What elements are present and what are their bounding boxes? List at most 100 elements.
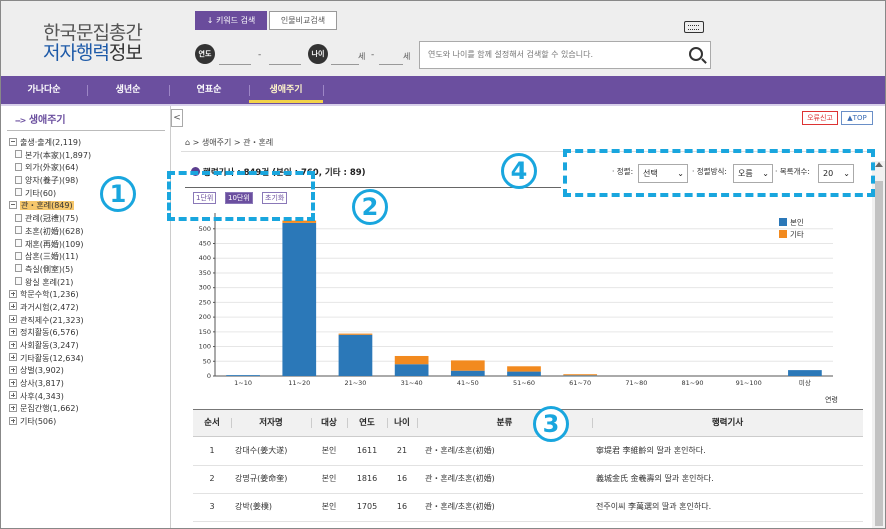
tree-leaf-item[interactable]: 재혼(再婚)(109) [9, 239, 91, 252]
tree-category-item[interactable]: 관・혼례(849) [9, 200, 91, 213]
logo-line2[interactable]: 저자행력정보 [43, 38, 143, 65]
expand-icon[interactable] [9, 315, 17, 324]
cell-author[interactable]: 강대수(姜大遂) [235, 437, 311, 465]
tree-leaf-item[interactable]: 외가(外家)(64) [9, 162, 91, 175]
tree-item-label: 측실(側室)(5) [25, 264, 74, 274]
x-tick-label: 미상 [799, 378, 811, 387]
age-from-field[interactable] [331, 64, 359, 65]
document-icon [15, 264, 22, 273]
nav-active-indicator [249, 100, 323, 103]
annotation-number-2: 2 [352, 189, 388, 225]
tab-keyword-search[interactable]: ↓ 키워드 검색 [195, 11, 267, 30]
x-tick-label: 21~30 [344, 379, 366, 387]
report-error-button[interactable]: 오류신고 [802, 111, 838, 125]
back-to-top-button[interactable]: ▲TOP [841, 111, 873, 125]
sidebar-title-text: 생애주기 [28, 115, 66, 126]
expand-icon[interactable] [9, 302, 17, 311]
y-tick-label: 350 [199, 269, 211, 277]
tree-category-item[interactable]: 정치활동(6,576) [9, 327, 91, 340]
tree-item-label: 학문수학(1,236) [20, 290, 79, 300]
legend-label: 본인 [790, 217, 804, 227]
document-icon [15, 251, 22, 260]
expand-icon[interactable] [9, 340, 17, 349]
nav-divider [323, 85, 324, 96]
cell-no: 3 [209, 502, 215, 511]
expand-icon[interactable] [9, 289, 17, 298]
tree-category-item[interactable]: 출생·출계(2,119) [9, 137, 91, 150]
cell-year: 1816 [356, 474, 378, 483]
keyboard-icon[interactable] [684, 21, 704, 33]
tree-category-item[interactable]: 문집간행(1,662) [9, 403, 91, 416]
sidebar: --> 생애주기 출생·출계(2,119) 본가(本家)(1,897) 외가(外家)… [1, 106, 171, 528]
tree-category-item[interactable]: 과거시험(2,472) [9, 302, 91, 315]
tree-category-item[interactable]: 사후(4,343) [9, 391, 91, 404]
expand-icon[interactable] [9, 391, 17, 400]
sidebar-collapse-button[interactable]: < [171, 109, 183, 127]
tree-leaf-item[interactable]: 삼혼(三婚)(11) [9, 251, 91, 264]
tree-leaf-item[interactable]: 왕실 혼례(21) [9, 277, 91, 290]
col-header-target: 대상 [321, 418, 337, 428]
expand-icon[interactable] [9, 403, 17, 412]
expand-icon[interactable] [9, 365, 17, 374]
scroll-up-icon[interactable] [875, 162, 883, 167]
chart-x-axis-label: 연령 [825, 396, 838, 404]
header: 한국문집총간 저자행력정보 ↓ 키워드 검색 인물비교검색 연도 - 나이 세 … [1, 1, 885, 76]
tree-category-item[interactable]: 관직제수(21,323) [9, 315, 91, 328]
search-icon[interactable] [689, 47, 703, 61]
tab-person-compare[interactable]: 인물비교검색 [269, 11, 337, 30]
tree-leaf-item[interactable]: 관례(冠禮)(75) [9, 213, 91, 226]
nav-item-alphabetical[interactable]: 가나다순 [1, 76, 87, 104]
tree-leaf-item[interactable]: 양자(養子)(98) [9, 175, 91, 188]
tree-item-label: 정치활동(6,576) [20, 328, 79, 338]
bar-self [282, 222, 317, 376]
collapse-icon[interactable] [9, 200, 17, 209]
expand-icon[interactable] [9, 416, 17, 425]
search-input[interactable] [428, 50, 678, 59]
bar-self [788, 370, 822, 376]
tree-item-label: 관례(冠禮)(75) [25, 214, 79, 224]
cell-author[interactable]: 강명규(姜命奎) [235, 465, 311, 493]
tree-category-item[interactable]: 기타(506) [9, 416, 91, 429]
tree-leaf-item[interactable]: 측실(側室)(5) [9, 264, 91, 277]
collapse-icon[interactable] [9, 137, 17, 146]
x-tick-label: 11~20 [288, 379, 310, 387]
age-to-field[interactable] [379, 64, 403, 65]
tree-category-item[interactable]: 학문수학(1,236) [9, 289, 91, 302]
tree-category-item[interactable]: 기타활동(12,634) [9, 353, 91, 366]
document-icon [15, 239, 22, 247]
cell-no: 1 [209, 446, 215, 455]
tree-category-item[interactable]: 사회활동(3,247) [9, 340, 91, 353]
y-tick-label: 200 [199, 313, 211, 321]
nav-item-birth-order[interactable]: 생년순 [87, 76, 169, 104]
cell-target: 본인 [321, 502, 337, 511]
scrollbar-thumb[interactable] [875, 181, 883, 526]
x-tick-label: 1~10 [234, 379, 252, 387]
expand-icon[interactable] [9, 353, 17, 362]
document-icon [15, 226, 22, 235]
cell-record[interactable]: 寧堤君 李維齡의 딸과 혼인하다. [596, 437, 863, 465]
cell-category: 관・혼례/초혼(初婚) [425, 446, 495, 455]
col-header-age: 나이 [394, 418, 410, 428]
cell-author[interactable]: 강박(姜樸) [235, 493, 311, 521]
nav-item-chronology[interactable]: 연표순 [169, 76, 249, 104]
year-to-field[interactable] [269, 64, 301, 65]
cell-age: 16 [396, 474, 408, 483]
tree-leaf-item[interactable]: 본가(本家)(1,897) [9, 150, 91, 163]
legend-swatch [779, 230, 787, 238]
age-unit-from: 세 [358, 52, 366, 61]
cell-record[interactable]: 義城金氏 金羲壽의 딸과 혼인하다. [596, 465, 863, 493]
tree-leaf-item[interactable]: 기타(60) [9, 188, 91, 201]
tree-item-label: 문집간행(1,662) [20, 404, 79, 414]
cell-age: 21 [396, 446, 408, 455]
expand-icon[interactable] [9, 327, 17, 336]
bar-self [450, 370, 485, 376]
tree-category-item[interactable]: 상벌(3,902) [9, 365, 91, 378]
category-tree: 출생·출계(2,119) 본가(本家)(1,897) 외가(外家)(64) 양자(養子… [9, 137, 91, 429]
year-from-field[interactable] [219, 64, 251, 65]
cell-record[interactable]: 전주이씨 李萬選의 딸과 혼인하다. [596, 493, 863, 521]
annotation-box-4 [563, 149, 875, 197]
tree-item-label: 재혼(再婚)(109) [25, 239, 84, 249]
expand-icon[interactable] [9, 378, 17, 387]
tree-leaf-item[interactable]: 초혼(初婚)(628) [9, 226, 91, 239]
tree-category-item[interactable]: 상사(3,817) [9, 378, 91, 391]
